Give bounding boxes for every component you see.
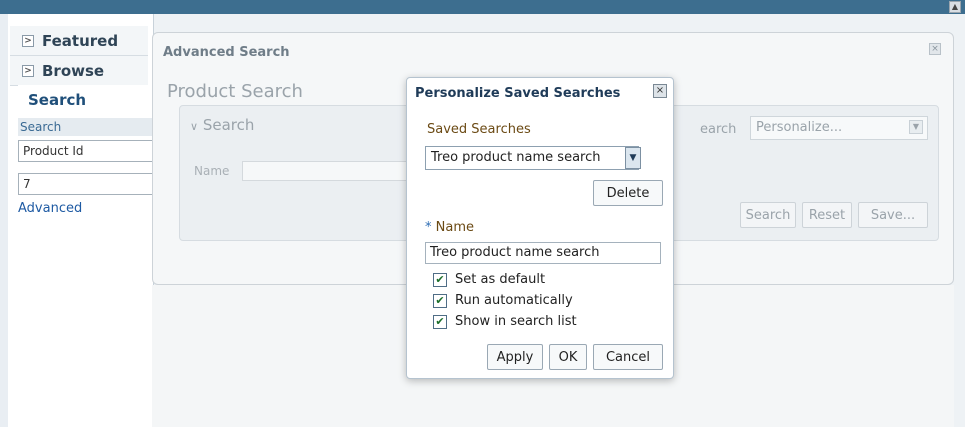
name-label: Name	[194, 164, 230, 178]
name-input[interactable]	[242, 161, 422, 181]
advanced-search-title: Advanced Search	[163, 45, 290, 60]
checkmark-icon[interactable]: ✔	[433, 314, 447, 329]
close-icon[interactable]: ×	[653, 84, 667, 98]
scrollbar[interactable]	[954, 14, 965, 427]
search-value-input[interactable]: 7	[18, 173, 154, 195]
chevron-down-icon: ▼	[909, 120, 923, 134]
delete-button[interactable]: Delete	[593, 180, 663, 206]
ok-button[interactable]: OK	[549, 344, 587, 370]
saved-search-select[interactable]: Personalize... ▼	[750, 116, 928, 140]
chevron-down-icon: ∨	[190, 120, 199, 133]
search-subheading: Search	[18, 118, 154, 136]
chevron-right-icon: >	[22, 64, 34, 77]
run-automatically-label: Run automatically	[455, 293, 573, 308]
close-icon[interactable]: ×	[929, 43, 941, 55]
search-panel-header[interactable]: ∨ Search	[190, 116, 254, 134]
product-search-title: Product Search	[167, 81, 303, 102]
accordion-featured[interactable]: > Featured	[10, 26, 148, 56]
show-in-search-list-label: Show in search list	[455, 314, 577, 329]
checkmark-icon[interactable]: ✔	[433, 272, 447, 287]
cancel-button[interactable]: Cancel	[593, 344, 663, 370]
required-indicator: *	[425, 220, 432, 235]
accordion-browse[interactable]: > Browse	[10, 56, 148, 86]
scroll-up-icon[interactable]: ▲	[949, 1, 961, 13]
accordion-browse-label: Browse	[42, 61, 105, 80]
save-button[interactable]: Save...	[858, 202, 928, 228]
chevron-down-icon[interactable]: ▼	[625, 147, 641, 169]
saved-search-label: earch	[700, 122, 737, 137]
set-as-default-label: Set as default	[455, 272, 546, 287]
saved-searches-label: Saved Searches	[427, 122, 531, 137]
advanced-link[interactable]: Advanced	[18, 201, 82, 216]
set-as-default-option[interactable]: ✔ Set as default	[433, 272, 545, 287]
chevron-right-icon: >	[22, 34, 34, 47]
apply-button[interactable]: Apply	[487, 344, 543, 370]
search-button[interactable]: Search	[740, 202, 796, 228]
show-in-search-list-option[interactable]: ✔ Show in search list	[433, 314, 577, 329]
search-heading: Search	[18, 85, 154, 115]
reset-button[interactable]: Reset	[802, 202, 852, 228]
name-label-text: Name	[435, 220, 474, 235]
personalize-saved-searches-dialog: Personalize Saved Searches × Saved Searc…	[406, 77, 674, 379]
name-input[interactable]: Treo product name search	[425, 242, 661, 264]
name-label: * Name	[425, 220, 474, 235]
search-panel-label: Search	[202, 116, 255, 134]
top-bar: ▲	[0, 0, 965, 14]
dialog-title: Personalize Saved Searches	[415, 86, 621, 101]
run-automatically-option[interactable]: ✔ Run automatically	[433, 293, 573, 308]
saved-searches-select[interactable]: Treo product name search	[425, 146, 639, 170]
search-field-select[interactable]: Product Id	[18, 140, 154, 162]
saved-search-select-value: Personalize...	[756, 120, 843, 135]
accordion-featured-label: Featured	[42, 31, 119, 50]
checkmark-icon[interactable]: ✔	[433, 293, 447, 308]
